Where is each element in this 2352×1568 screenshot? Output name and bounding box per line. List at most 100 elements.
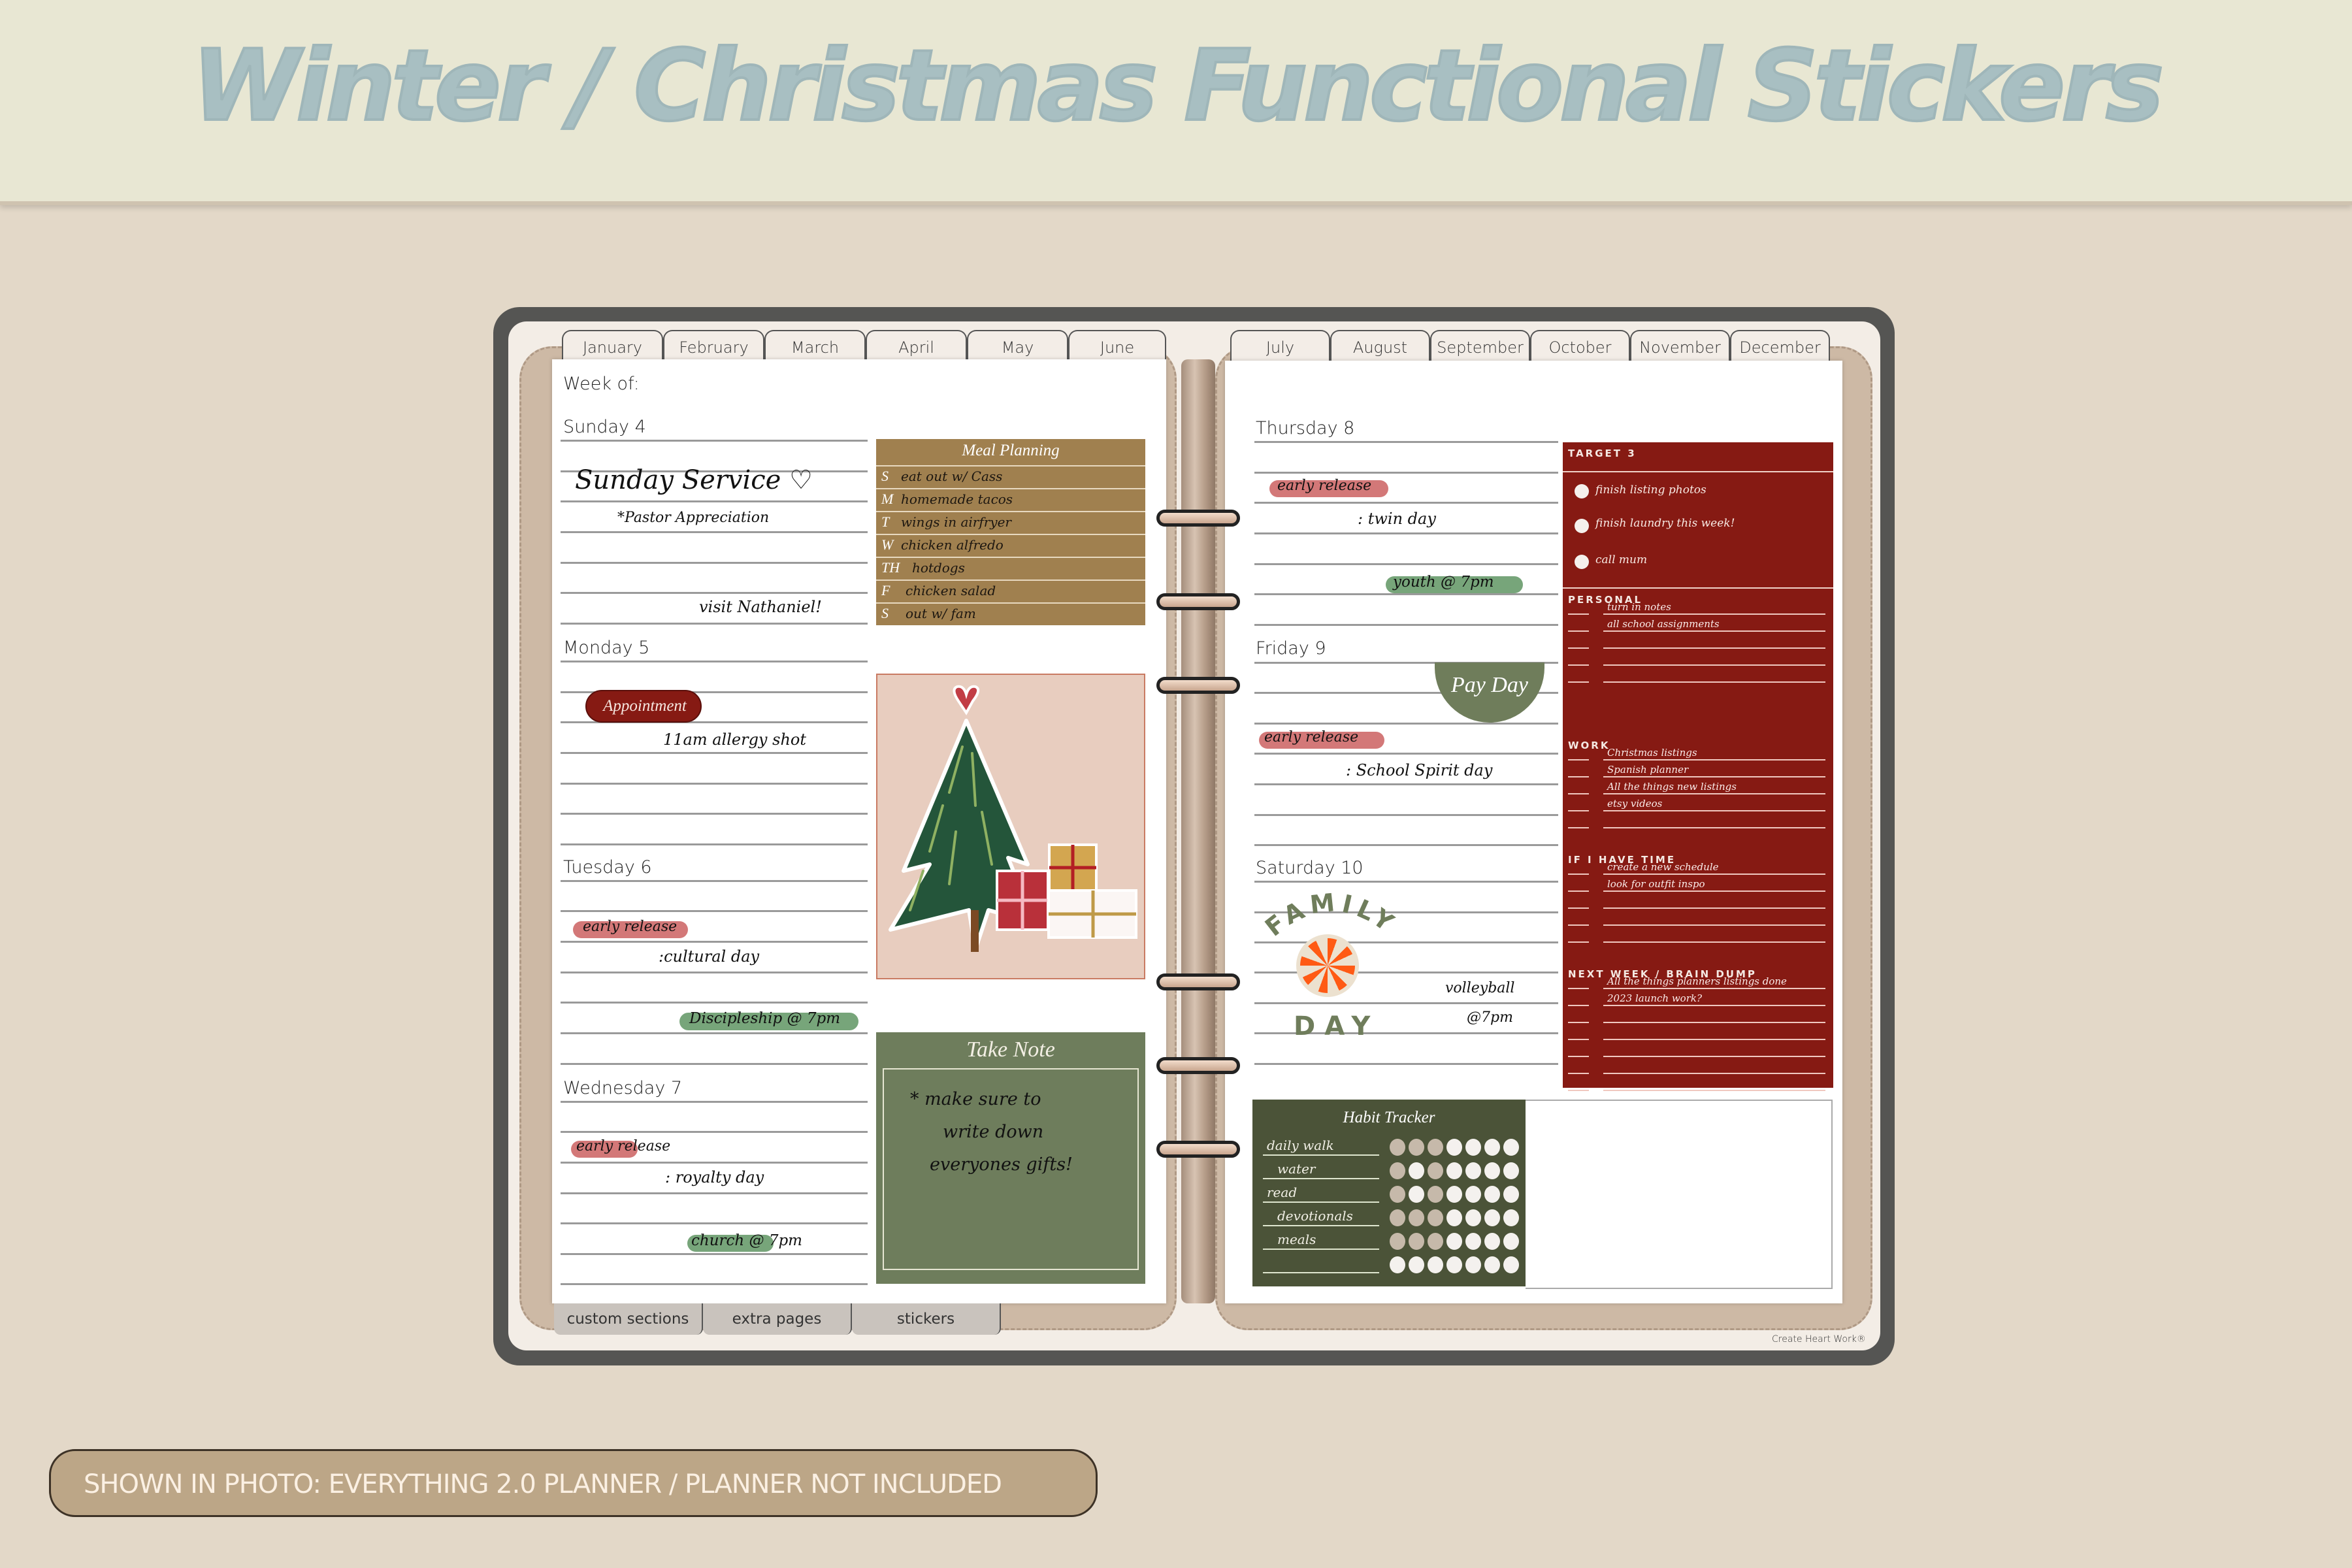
tab-september[interactable]: September <box>1430 330 1530 363</box>
habit-dot-empty[interactable] <box>1409 1186 1424 1203</box>
habit-dot-filled[interactable] <box>1428 1139 1443 1156</box>
tab-may[interactable]: May <box>967 330 1068 363</box>
tab-january[interactable]: January <box>562 330 663 363</box>
habit-dot-empty[interactable] <box>1428 1256 1443 1273</box>
write-line <box>1603 681 1825 683</box>
checkbox-line[interactable] <box>1568 1039 1589 1040</box>
checkbox-line[interactable] <box>1568 1056 1589 1057</box>
tab-october[interactable]: October <box>1530 330 1630 363</box>
checkbox-line[interactable] <box>1568 941 1589 943</box>
checkbox-line[interactable] <box>1568 890 1589 892</box>
habit-dot-filled[interactable] <box>1428 1209 1443 1226</box>
meal-day: W <box>881 536 894 553</box>
habit-dot-empty[interactable] <box>1484 1256 1500 1273</box>
habit-dot-empty[interactable] <box>1465 1162 1481 1179</box>
habit-dot-empty[interactable] <box>1503 1256 1519 1273</box>
tab-june[interactable]: June <box>1068 330 1166 363</box>
habit-dot-empty[interactable] <box>1484 1186 1500 1203</box>
habit-dot-filled[interactable] <box>1390 1162 1405 1179</box>
habit-line <box>1263 1249 1379 1250</box>
habit-dot-empty[interactable] <box>1465 1233 1481 1250</box>
habit-dot-empty[interactable] <box>1446 1186 1462 1203</box>
habit-dot-empty[interactable] <box>1446 1233 1462 1250</box>
habit-dot-empty[interactable] <box>1503 1186 1519 1203</box>
habit-dot-empty[interactable] <box>1503 1162 1519 1179</box>
checkbox-line[interactable] <box>1568 827 1589 828</box>
highlight-text: early release <box>583 919 678 935</box>
checkbox-line[interactable] <box>1568 988 1589 989</box>
handwritten-note: : royalty day <box>665 1168 764 1186</box>
habit-dot-empty[interactable] <box>1465 1256 1481 1273</box>
habit-line <box>1263 1225 1379 1226</box>
checkbox-line[interactable] <box>1568 664 1589 666</box>
tab-november[interactable]: November <box>1630 330 1730 363</box>
tab-stickers[interactable]: stickers <box>852 1303 1001 1335</box>
checkbox-line[interactable] <box>1568 1022 1589 1023</box>
checkbox-line[interactable] <box>1568 681 1589 683</box>
target-bullet-icon[interactable] <box>1575 555 1589 569</box>
habit-dot-empty[interactable] <box>1446 1162 1462 1179</box>
tab-march[interactable]: March <box>764 330 866 363</box>
habit-dot-filled[interactable] <box>1390 1186 1405 1203</box>
habit-dot-filled[interactable] <box>1409 1209 1424 1226</box>
tab-august[interactable]: August <box>1330 330 1430 363</box>
habit-dot-filled[interactable] <box>1409 1139 1424 1156</box>
target-bullet-icon[interactable] <box>1575 484 1589 498</box>
checkbox-line[interactable] <box>1568 759 1589 760</box>
habit-dot-filled[interactable] <box>1409 1233 1424 1250</box>
checkbox-line[interactable] <box>1568 907 1589 909</box>
habit-dot-empty[interactable] <box>1503 1209 1519 1226</box>
rule-line <box>561 813 868 815</box>
habit-dot-filled[interactable] <box>1390 1233 1405 1250</box>
habit-dot-filled[interactable] <box>1390 1139 1405 1156</box>
habit-dot-empty[interactable] <box>1503 1233 1519 1250</box>
checkbox-line[interactable] <box>1568 793 1589 794</box>
meal-day: M <box>881 491 894 507</box>
habit-dot-empty[interactable] <box>1465 1139 1481 1156</box>
habit-dot-filled[interactable] <box>1428 1233 1443 1250</box>
tab-july[interactable]: July <box>1230 330 1330 363</box>
checkbox-line[interactable] <box>1568 810 1589 811</box>
checkbox-line[interactable] <box>1568 776 1589 777</box>
checkbox-line[interactable] <box>1568 924 1589 926</box>
checkbox-line[interactable] <box>1568 647 1589 649</box>
habit-dot-empty[interactable] <box>1390 1256 1405 1273</box>
peppermint-candy-icon <box>1296 934 1359 997</box>
habit-dot-filled[interactable] <box>1428 1186 1443 1203</box>
tab-april[interactable]: April <box>866 330 967 363</box>
tab-december[interactable]: December <box>1730 330 1830 363</box>
rule-line <box>1254 532 1558 534</box>
checkbox-line[interactable] <box>1568 1090 1589 1091</box>
habit-dot-empty[interactable] <box>1446 1256 1462 1273</box>
pay-day-label: Pay Day <box>1450 673 1528 697</box>
habit-dot-empty[interactable] <box>1484 1162 1500 1179</box>
habit-dot-filled[interactable] <box>1390 1209 1405 1226</box>
habit-dot-filled[interactable] <box>1428 1162 1443 1179</box>
tab-extra-pages[interactable]: extra pages <box>703 1303 852 1335</box>
checkbox-line[interactable] <box>1568 630 1589 632</box>
rule-line <box>561 1002 868 1004</box>
habit-dot-empty[interactable] <box>1484 1139 1500 1156</box>
tab-february[interactable]: February <box>663 330 764 363</box>
checkbox-line[interactable] <box>1568 874 1589 875</box>
appointment-sticker[interactable]: Appointment <box>585 690 702 723</box>
habit-dot-empty[interactable] <box>1465 1209 1481 1226</box>
habit-dot-empty[interactable] <box>1503 1139 1519 1156</box>
habit-dot-empty[interactable] <box>1446 1209 1462 1226</box>
habit-dot-empty[interactable] <box>1465 1186 1481 1203</box>
meal-text: eat out w/ Cass <box>901 468 1003 484</box>
checkbox-line[interactable] <box>1568 1073 1589 1074</box>
habit-dot-empty[interactable] <box>1409 1256 1424 1273</box>
habit-dot-empty[interactable] <box>1409 1162 1424 1179</box>
checkbox-line[interactable] <box>1568 1005 1589 1006</box>
meal-day: TH <box>881 559 900 576</box>
target-section-item: All the things planners listings done <box>1607 975 1787 987</box>
target-bullet-icon[interactable] <box>1575 519 1589 533</box>
tab-custom-sections[interactable]: custom sections <box>554 1303 703 1335</box>
habit-line <box>1263 1272 1379 1273</box>
habit-dot-empty[interactable] <box>1484 1233 1500 1250</box>
checkbox-line[interactable] <box>1568 613 1589 615</box>
meal-row: S eat out w/ Cass <box>876 465 1145 489</box>
habit-dot-empty[interactable] <box>1446 1139 1462 1156</box>
habit-dot-empty[interactable] <box>1484 1209 1500 1226</box>
